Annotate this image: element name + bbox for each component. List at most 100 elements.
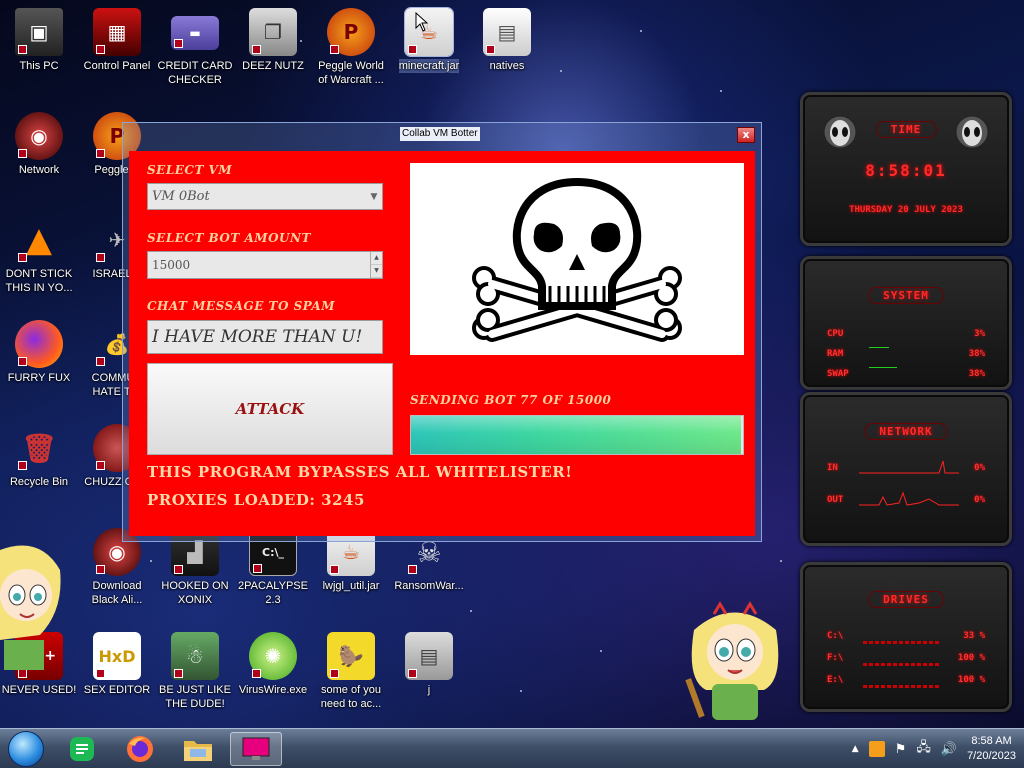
desktop-icon-label: Network xyxy=(18,164,60,176)
vlc-cone-icon: ▲ xyxy=(15,216,63,264)
drive-f-label: F:\ xyxy=(827,653,844,663)
alien-head-icon xyxy=(823,115,857,149)
desktop-icon-label: j xyxy=(427,684,431,696)
desktop-icon-some-of-you[interactable]: 🦫 some of you need to ac... xyxy=(312,632,390,711)
document-icon: ▤ xyxy=(405,632,453,680)
network-icon[interactable]: 🖧 xyxy=(916,738,931,760)
control-panel-icon: ▦ xyxy=(93,8,141,56)
desktop-icon-label: Download Black Ali... xyxy=(91,580,143,606)
clock-date: 7/20/2023 xyxy=(967,750,1016,762)
taskbar: ▲ ⚑ 🖧 🔊 8:58 AM 7/20/2023 xyxy=(0,728,1024,768)
limewire-icon: ✺ xyxy=(249,632,297,680)
desktop-icon-label: minecraft.jar xyxy=(398,59,460,73)
firefox-icon xyxy=(15,320,63,368)
java-icon: ☕ xyxy=(404,7,454,57)
stepper-buttons[interactable]: ▲ ▼ xyxy=(370,252,382,278)
desktop-icon-label: Peggle World of Warcraft ... xyxy=(318,60,384,86)
drive-row-f: F:\ 100 % xyxy=(827,653,985,663)
taskbar-file-explorer[interactable] xyxy=(172,732,224,766)
desktop-icon-furry-fux[interactable]: FURRY FUX xyxy=(0,320,78,385)
stepper-up-icon[interactable]: ▲ xyxy=(371,252,382,265)
taskbar-collab-vm-botter[interactable] xyxy=(230,732,282,766)
swap-label: SWAP xyxy=(827,369,849,379)
taskbar-firefox[interactable] xyxy=(114,732,166,766)
desktop-icon-label: DEEZ NUTZ xyxy=(242,60,304,72)
desktop-icon-label: 2PACALYPSE 2.3 xyxy=(238,580,308,606)
window-client-area: SELECT VM VM 0Bot ▼ SELECT BOT AMOUNT 15… xyxy=(129,151,755,536)
drives-gadget: DRIVES C:\ 33 % F:\ 100 % E:\ 100 % xyxy=(800,562,1012,712)
document-icon: ▤ xyxy=(483,8,531,56)
drive-row-c: C:\ 33 % xyxy=(827,631,985,641)
desktop-icon-viruswire[interactable]: ✺ VirusWire.exe xyxy=(234,632,312,697)
out-label: OUT xyxy=(827,495,844,505)
in-value: 0% xyxy=(974,463,985,473)
volume-icon[interactable]: 🔊 xyxy=(941,742,957,757)
folder-icon xyxy=(184,741,212,761)
clock-time: 8:58 AM xyxy=(971,735,1012,747)
ram-label: RAM xyxy=(827,349,844,359)
taskbar-clock[interactable]: 8:58 AM 7/20/2023 xyxy=(967,734,1016,764)
select-vm-label: SELECT VM xyxy=(147,163,233,177)
desktop-icon-control-panel[interactable]: ▦ Control Panel xyxy=(78,8,156,73)
drive-c-value: 33 % xyxy=(963,631,985,641)
ram-graph-line xyxy=(869,347,889,348)
attack-button[interactable]: ATTACK xyxy=(147,363,393,455)
desktop-icon-label: lwjgl_util.jar xyxy=(322,580,380,592)
stepper-down-icon[interactable]: ▼ xyxy=(371,265,382,278)
network-graph xyxy=(859,460,959,506)
drive-e-value: 100 % xyxy=(957,675,985,685)
progress-status-label: SENDING BOT 77 OF 15000 xyxy=(410,393,612,407)
ram-value: 38% xyxy=(968,349,985,359)
desktop-icon-label: SEX EDITOR xyxy=(83,684,151,696)
select-vm-value: VM 0Bot xyxy=(152,189,210,204)
drive-c-bar xyxy=(863,641,939,644)
taskbar-notes-app[interactable] xyxy=(56,732,108,766)
select-vm-combobox[interactable]: VM 0Bot ▼ xyxy=(147,183,383,210)
desktop-icon-peggle-wow[interactable]: P Peggle World of Warcraft ... xyxy=(312,8,390,87)
chat-message-input[interactable]: I HAVE MORE THAN U! xyxy=(147,320,383,354)
recycle-bin-icon: 🗑 xyxy=(15,424,63,472)
santa-icon: ☃ xyxy=(171,632,219,680)
desktop-icon-dont-stick[interactable]: ▲ DONT STICK THIS IN YO... xyxy=(0,216,78,295)
desktop-icon-label: Recycle Bin xyxy=(9,476,69,488)
desktop-icon-natives[interactable]: ▤ natives xyxy=(468,8,546,73)
progress-fill xyxy=(411,416,742,454)
desktop-icon-be-just-like-the-dude[interactable]: ☃ BE JUST LIKE THE DUDE! xyxy=(156,632,234,711)
beaver-icon: 🦫 xyxy=(327,632,375,680)
tray-app-icon[interactable] xyxy=(868,741,885,757)
network-gadget: NETWORK IN 0% OUT 0% xyxy=(800,392,1012,546)
drive-e-label: E:\ xyxy=(827,675,844,685)
action-center-flag-icon[interactable]: ⚑ xyxy=(895,742,907,757)
chat-message-value: I HAVE MORE THAN U! xyxy=(152,327,363,347)
credit-card-icon: ▬ xyxy=(171,16,219,50)
desktop-icon-deez-nutz[interactable]: ❐ DEEZ NUTZ xyxy=(234,8,312,73)
computer-icon: ▣ xyxy=(15,8,63,56)
desktop-icon-label: natives xyxy=(489,60,525,72)
collab-vm-botter-window: Collab VM Botter x SELECT VM VM 0Bot ▼ S… xyxy=(122,122,762,542)
hxd-icon: HxD xyxy=(93,632,141,680)
desktop-icon-j[interactable]: ▤ j xyxy=(390,632,468,697)
skull-crossbones-icon xyxy=(472,177,682,342)
drive-c-label: C:\ xyxy=(827,631,844,641)
firefox-icon xyxy=(127,736,153,762)
window-titlebar[interactable]: Collab VM Botter x xyxy=(123,123,761,149)
desktop-icon-credit-card-checker[interactable]: ▬ CREDIT CARD CHECKER xyxy=(156,8,234,87)
desktop-icon-recycle-bin[interactable]: 🗑 Recycle Bin xyxy=(0,424,78,489)
start-button[interactable] xyxy=(8,731,44,767)
window-title: Collab VM Botter xyxy=(400,127,480,141)
chevron-down-icon[interactable]: ▼ xyxy=(366,184,382,209)
desktop-icon-minecraft-jar[interactable]: ☕ minecraft.jar xyxy=(390,7,468,73)
show-hidden-icons-icon[interactable]: ▲ xyxy=(852,744,859,754)
desktop-icon-sex-editor[interactable]: HxD SEX EDITOR xyxy=(78,632,156,697)
desktop-icon-network[interactable]: ◉ Network xyxy=(0,112,78,177)
bot-amount-value: 15000 xyxy=(152,258,191,272)
desktop-icon-label: DONT STICK THIS IN YO... xyxy=(5,268,73,294)
drive-f-bar xyxy=(863,663,939,666)
close-button[interactable]: x xyxy=(737,127,755,143)
peggle-icon: P xyxy=(327,8,375,56)
bot-amount-stepper[interactable]: 15000 ▲ ▼ xyxy=(147,251,383,279)
drive-row-e: E:\ 100 % xyxy=(827,675,985,685)
mouse-cursor-icon xyxy=(415,12,429,32)
desktop-icon-this-pc[interactable]: ▣ This PC xyxy=(0,8,78,73)
cpu-label: CPU xyxy=(827,329,844,339)
